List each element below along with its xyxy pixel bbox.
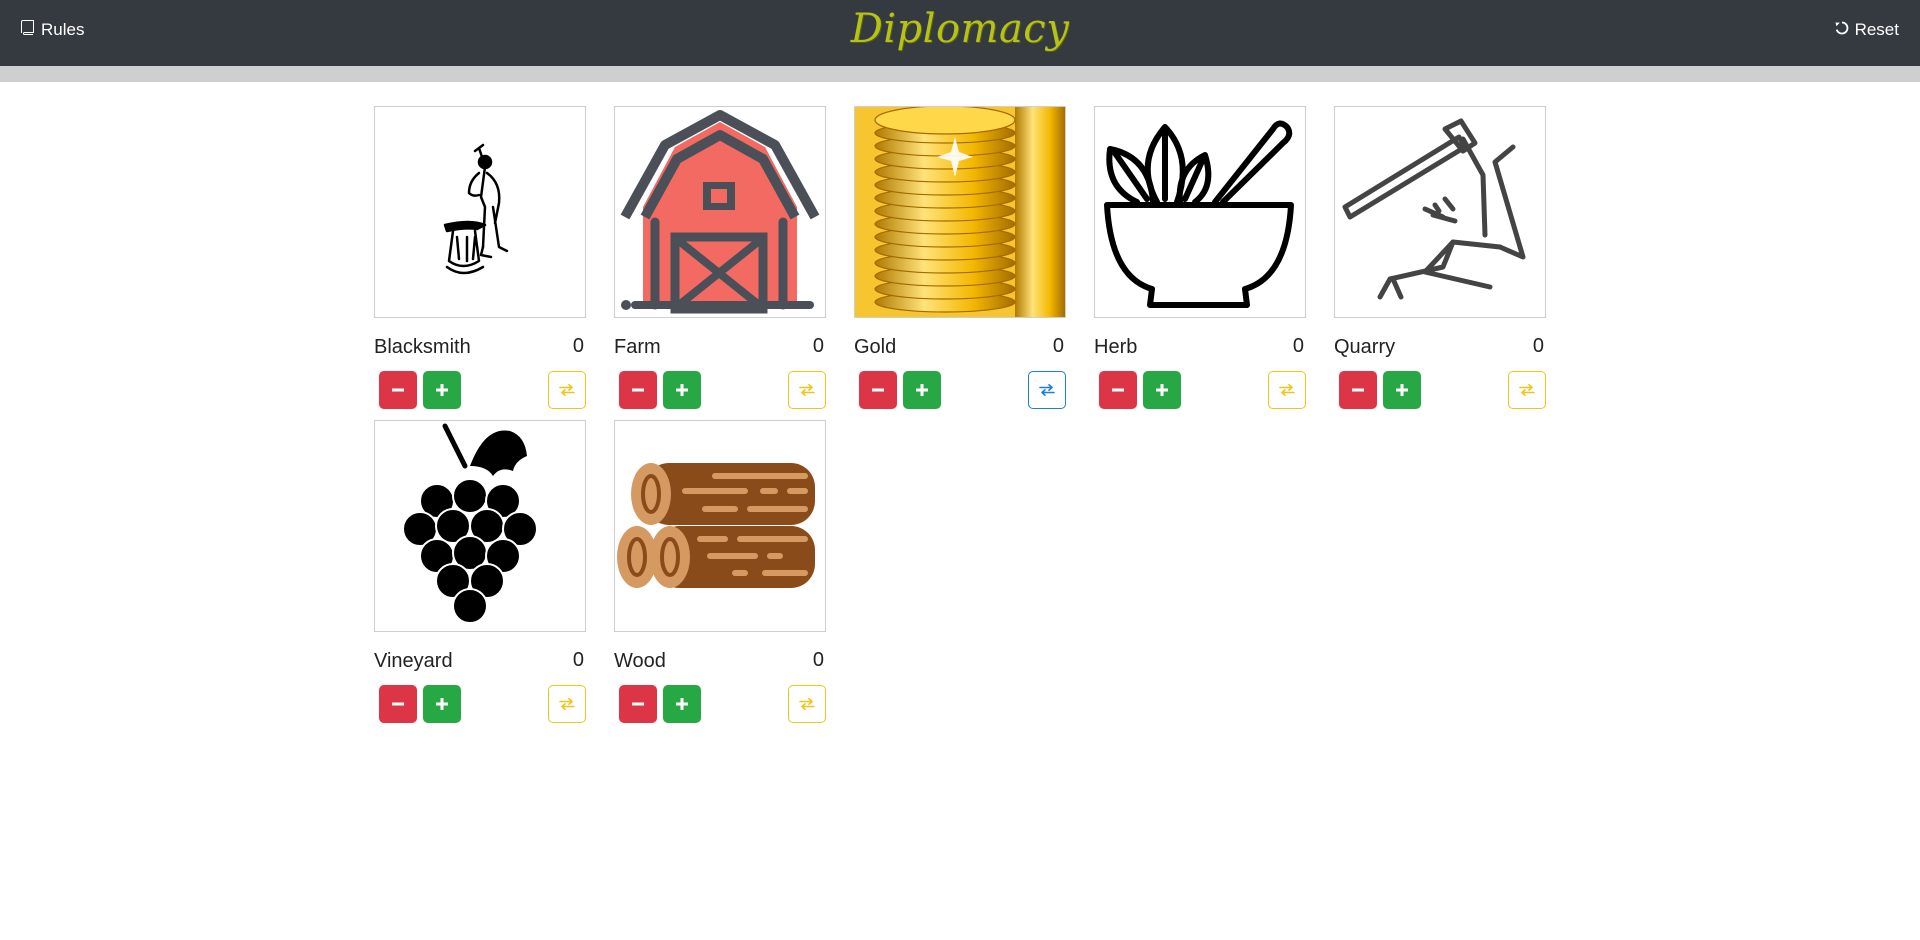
trade-button[interactable] [548, 685, 586, 723]
decrement-button[interactable] [379, 685, 417, 723]
exchange-icon [799, 698, 815, 710]
pickaxe-rock-icon [1334, 106, 1546, 318]
minus-icon [391, 383, 405, 397]
plus-icon [675, 697, 689, 711]
resource-count: 0 [1532, 335, 1544, 357]
minus-icon [1111, 383, 1125, 397]
exchange-icon [799, 384, 815, 396]
decrement-button[interactable] [859, 371, 897, 409]
plus-icon [675, 383, 689, 397]
minus-icon [1351, 383, 1365, 397]
progress-bar [0, 66, 1920, 82]
exchange-icon [1039, 384, 1055, 396]
plus-icon [1155, 383, 1169, 397]
resource-name: Gold [854, 336, 897, 358]
exchange-icon [1519, 384, 1535, 396]
increment-button[interactable] [423, 685, 461, 723]
increment-button[interactable] [663, 685, 701, 723]
resource-name: Blacksmith [374, 336, 471, 358]
trade-button[interactable] [548, 371, 586, 409]
minus-icon [631, 697, 645, 711]
increment-button[interactable] [1383, 371, 1421, 409]
resource-count: 0 [1292, 335, 1304, 357]
decrement-button[interactable] [1339, 371, 1377, 409]
resource-count: 0 [572, 649, 584, 671]
trade-button[interactable] [1508, 371, 1546, 409]
resource-name: Herb [1094, 336, 1138, 358]
brand-title-text: Diplomacy [850, 6, 1070, 52]
resource-count: 0 [1052, 335, 1064, 357]
resource-name: Vineyard [374, 650, 453, 672]
top-navbar: Rules Diplomacy Reset [0, 0, 1920, 66]
resource-count: 0 [572, 335, 584, 357]
resource-name: Farm [614, 336, 661, 358]
plus-icon [435, 383, 449, 397]
resource-name: Quarry [1334, 336, 1396, 358]
increment-button[interactable] [663, 371, 701, 409]
exchange-icon [1279, 384, 1295, 396]
trade-button[interactable] [1028, 371, 1066, 409]
decrement-button[interactable] [619, 685, 657, 723]
reset-link[interactable]: Reset [1835, 20, 1899, 40]
trade-button[interactable] [1268, 371, 1306, 409]
reset-label: Reset [1854, 20, 1899, 39]
brand-title: Diplomacy [0, 6, 1920, 52]
increment-button[interactable] [903, 371, 941, 409]
minus-icon [631, 383, 645, 397]
decrement-button[interactable] [379, 371, 417, 409]
undo-icon [1835, 20, 1849, 40]
resource-name: Wood [614, 650, 666, 672]
exchange-icon [559, 384, 575, 396]
increment-button[interactable] [1143, 371, 1181, 409]
barn-icon [614, 106, 826, 318]
plus-icon [435, 697, 449, 711]
trade-button[interactable] [788, 685, 826, 723]
plus-icon [915, 383, 929, 397]
logs-icon [614, 420, 826, 632]
decrement-button[interactable] [619, 371, 657, 409]
grapes-icon [374, 420, 586, 632]
minus-icon [391, 697, 405, 711]
increment-button[interactable] [423, 371, 461, 409]
blacksmith-icon [374, 106, 586, 318]
herb-mortar-icon [1094, 106, 1306, 318]
gold-coins-icon [854, 106, 1066, 318]
resource-count: 0 [812, 335, 824, 357]
exchange-icon [559, 698, 575, 710]
plus-icon [1395, 383, 1409, 397]
minus-icon [871, 383, 885, 397]
trade-button[interactable] [788, 371, 826, 409]
resource-count: 0 [812, 649, 824, 671]
decrement-button[interactable] [1099, 371, 1137, 409]
